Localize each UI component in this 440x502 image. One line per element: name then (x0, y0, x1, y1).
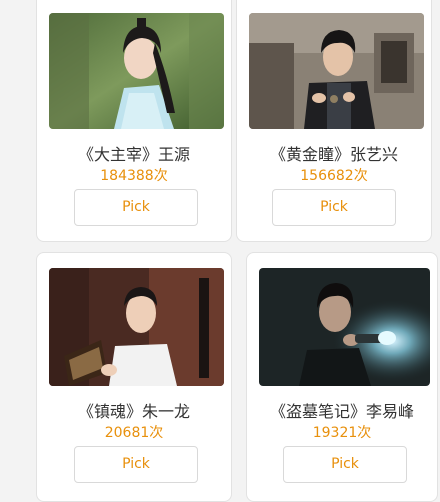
card-title: 《大主宰》王源 (77, 145, 190, 164)
vote-count: 156682次 (300, 168, 368, 184)
vote-card-2: 《黄金瞳》张艺兴 156682次 Pick (236, 0, 432, 242)
pick-button[interactable]: Pick (74, 446, 198, 483)
vote-count: 19321次 (312, 425, 372, 441)
vote-card-4: 《盗墓笔记》李易峰 19321次 Pick (246, 252, 438, 502)
pick-button[interactable]: Pick (272, 189, 396, 226)
card-title: 《黄金瞳》张艺兴 (269, 145, 398, 164)
card-title: 《镇魂》朱一龙 (77, 402, 190, 421)
photo-zhang-yixing (249, 13, 424, 129)
photo-wang-yuan (49, 13, 224, 129)
vote-count: 184388次 (100, 168, 168, 184)
photo-li-yifeng (259, 268, 430, 386)
vote-card-3: 《镇魂》朱一龙 20681次 Pick (36, 252, 232, 502)
pick-button[interactable]: Pick (74, 189, 198, 226)
vote-count: 20681次 (104, 425, 164, 441)
pick-button[interactable]: Pick (283, 446, 407, 483)
card-title: 《盗墓笔记》李易峰 (269, 402, 414, 421)
photo-zhu-yilong (49, 268, 224, 386)
vote-card-1: 《大主宰》王源 184388次 Pick (36, 0, 232, 242)
